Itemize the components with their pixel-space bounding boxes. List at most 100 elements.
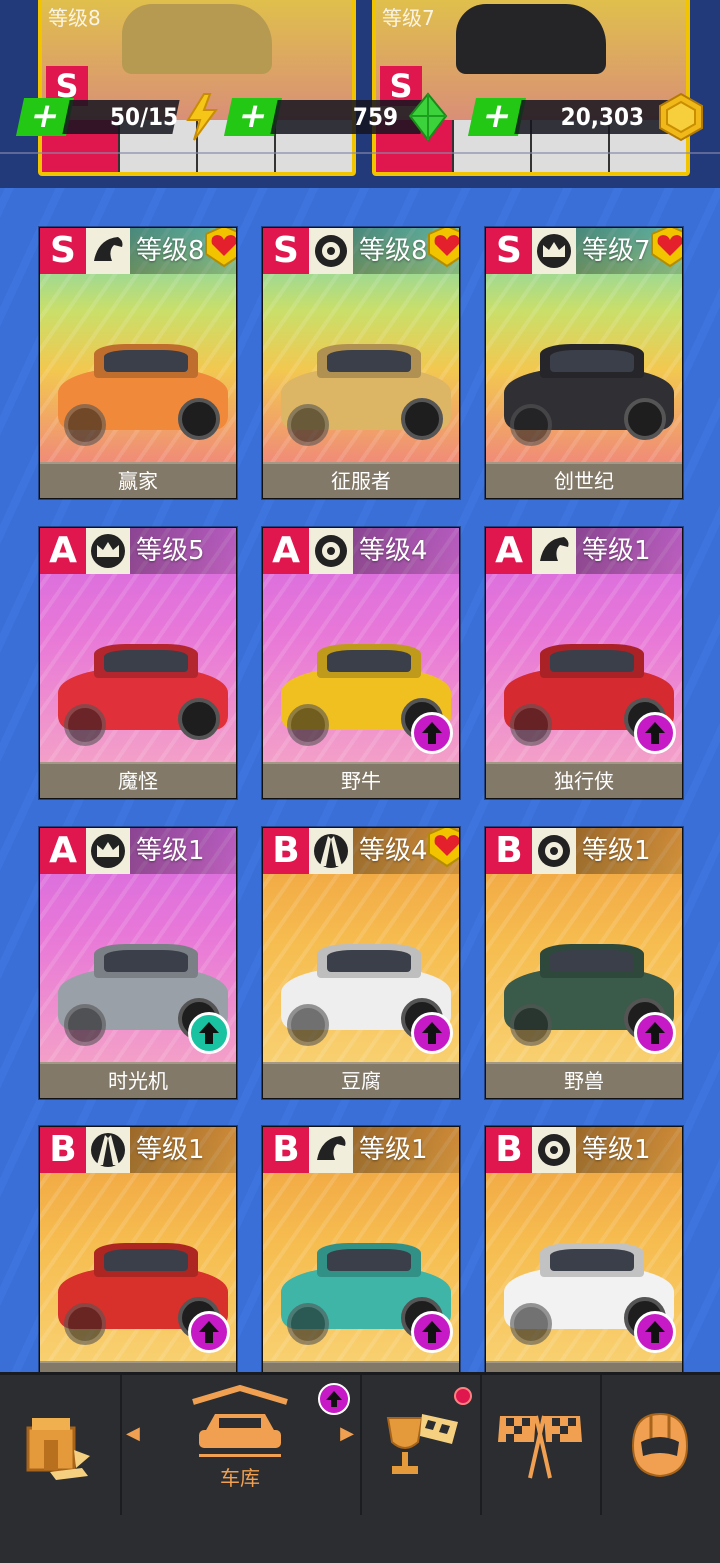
upgrade-badge[interactable] (634, 1012, 676, 1054)
car-type-badge (309, 228, 353, 274)
lightning-icon (186, 93, 218, 141)
nav-garage[interactable]: ◀ ▶ (120, 1375, 360, 1465)
car-card[interactable]: A 等级1 独行侠 (485, 527, 683, 799)
car-type-badge (532, 528, 576, 574)
gem-icon (408, 92, 448, 142)
wheel-icon (538, 1134, 570, 1166)
road-icon (91, 1133, 125, 1167)
car-card[interactable]: B 等级1 (485, 1126, 683, 1398)
car-level: 等级4 (359, 836, 428, 866)
car-name: 赢家 (40, 462, 236, 498)
arrow-up-icon (199, 1321, 219, 1343)
coins-value: 20,303 (560, 103, 644, 131)
horse-icon (540, 537, 569, 561)
chevron-right-icon[interactable]: ▶ (340, 1423, 354, 1444)
car-type-badge (309, 1127, 353, 1173)
car-name: 创世纪 (486, 462, 682, 498)
road-icon (314, 834, 348, 868)
trophy-flag-icon (386, 1414, 458, 1474)
arrow-up-icon (422, 1321, 442, 1343)
car-card[interactable]: S 等级8 征服者 (262, 227, 460, 499)
favorite-heart-icon[interactable] (650, 227, 683, 268)
car-class-badge: A (263, 528, 309, 574)
notification-dot (454, 1387, 472, 1405)
nav-garage-label: 车库 (220, 1466, 260, 1490)
favorite-heart-icon[interactable] (427, 827, 460, 868)
car-name: 魔怪 (40, 762, 236, 798)
car-card[interactable]: A 等级5 魔怪 (39, 527, 237, 799)
car-level: 等级1 (359, 1135, 428, 1165)
car-illustration (58, 628, 228, 748)
car-card[interactable]: S 等级8 赢家 (39, 227, 237, 499)
arrow-up-icon (422, 1022, 442, 1044)
car-level: 等级1 (582, 1135, 651, 1165)
car-name: 豆腐 (263, 1062, 459, 1098)
garage-car-icon (192, 1384, 288, 1457)
car-name: 野牛 (263, 762, 459, 798)
car-type-badge (309, 528, 353, 574)
favorite-heart-icon[interactable] (204, 227, 237, 268)
energy-value: 50/15 (110, 103, 178, 131)
car-name: 独行侠 (486, 762, 682, 798)
peek-card-1[interactable]: 等级8 S (38, 0, 356, 176)
car-card[interactable]: A 等级1 时光机 (39, 827, 237, 1099)
favorite-heart-icon[interactable] (427, 227, 460, 268)
car-type-badge (532, 228, 576, 274)
upgrade-badge[interactable] (634, 712, 676, 754)
top-peek-strip: 等级8 S 等级7 S (0, 0, 720, 188)
gems-counter: + 759 (223, 92, 448, 142)
car-class-badge: B (486, 828, 532, 874)
car-type-badge (532, 1127, 576, 1173)
peek-card-level: 等级7 (382, 6, 435, 30)
wheel-icon (538, 835, 570, 867)
car-level: 等级1 (582, 836, 651, 866)
car-level: 等级4 (359, 536, 428, 566)
car-type-badge (86, 528, 130, 574)
horse-icon (94, 237, 123, 261)
car-card[interactable]: S 等级7 创世纪 (485, 227, 683, 499)
upgrade-badge[interactable] (188, 1012, 230, 1054)
crown-icon (91, 534, 125, 568)
energy-counter: + 50/15 (15, 93, 218, 141)
car-card[interactable]: B 等级1 野兽 (485, 827, 683, 1099)
gems-value: 759 (352, 103, 398, 131)
chevron-left-icon[interactable]: ◀ (126, 1423, 140, 1444)
car-type-badge (86, 828, 130, 874)
car-class-badge: A (40, 528, 86, 574)
arrow-up-icon (645, 1022, 665, 1044)
car-level: 等级8 (359, 236, 428, 266)
car-name: 野兽 (486, 1062, 682, 1098)
nav-race[interactable] (480, 1375, 600, 1515)
nav-shop[interactable] (0, 1375, 120, 1515)
arrow-up-icon (645, 722, 665, 744)
peek-card-2[interactable]: 等级7 S (372, 0, 690, 176)
nav-trophy[interactable] (360, 1375, 480, 1515)
car-level: 等级1 (136, 836, 205, 866)
car-type-badge (532, 828, 576, 874)
arrow-up-icon (422, 722, 442, 744)
upgrade-badge[interactable] (411, 712, 453, 754)
upgrade-badge[interactable] (411, 1311, 453, 1353)
car-name: 时光机 (40, 1062, 236, 1098)
car-class-badge: S (486, 228, 532, 274)
car-class-badge: S (263, 228, 309, 274)
upgrade-badge[interactable] (411, 1012, 453, 1054)
car-level: 等级8 (136, 236, 205, 266)
wheel-icon (315, 235, 347, 267)
nav-profile[interactable] (600, 1375, 720, 1515)
checkered-flags-icon (498, 1415, 582, 1479)
car-level: 等级5 (136, 536, 205, 566)
car-card[interactable]: B 等级4 豆腐 (262, 827, 460, 1099)
car-class-badge: B (263, 1127, 309, 1173)
car-card[interactable]: A 等级4 野牛 (262, 527, 460, 799)
horse-icon (317, 1136, 346, 1160)
car-level: 等级1 (582, 536, 651, 566)
car-class-badge: B (486, 1127, 532, 1173)
car-card[interactable]: B 等级1 (262, 1126, 460, 1398)
arrow-up-icon (645, 1321, 665, 1343)
car-card[interactable]: B 等级1 (39, 1126, 237, 1398)
car-class-badge: A (486, 528, 532, 574)
upgrade-badge[interactable] (634, 1311, 676, 1353)
arrow-up-icon (199, 1022, 219, 1044)
upgrade-badge[interactable] (188, 1311, 230, 1353)
